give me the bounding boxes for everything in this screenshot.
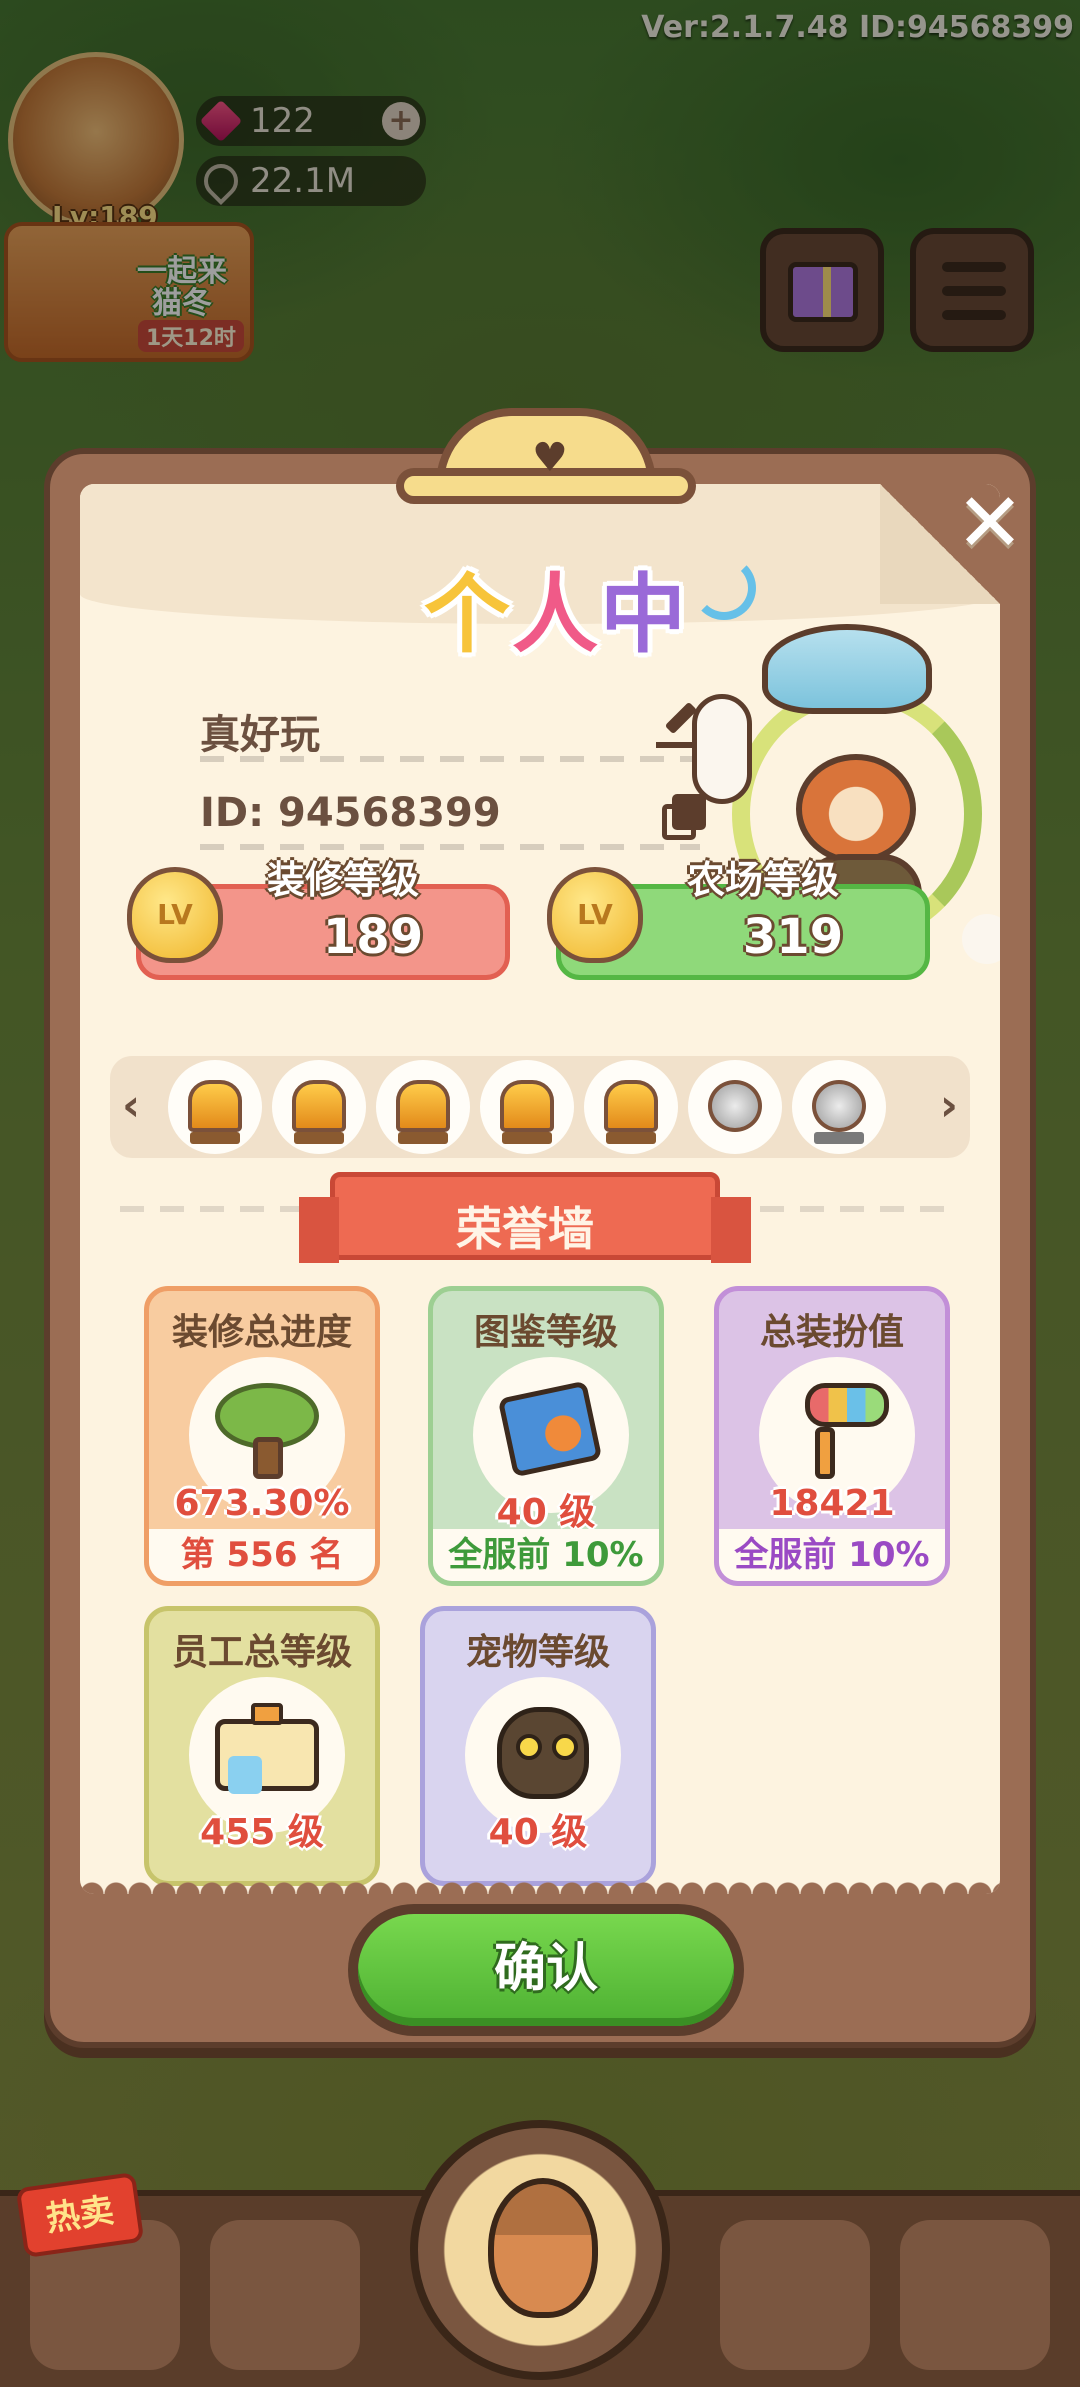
player-id-row: ID: 94568399 — [200, 780, 706, 850]
trophy-icon[interactable] — [480, 1060, 574, 1154]
stat-card-collection[interactable]: 图鉴等级 40 级 全服前 10% — [428, 1286, 664, 1586]
farm-level-label: 农场等级 — [686, 858, 839, 902]
player-id-text: ID: 94568399 — [200, 790, 501, 836]
stat-card-decor-progress[interactable]: 装修总进度 673.30% 第 556 名 — [144, 1286, 380, 1586]
honor-wall-ribbon: 荣誉墙 — [299, 1172, 751, 1263]
trophy-icon[interactable] — [272, 1060, 366, 1154]
trophy-icon[interactable] — [376, 1060, 470, 1154]
cube-button[interactable] — [720, 2220, 870, 2370]
farm-level-card: LV 农场等级 319 — [547, 858, 930, 980]
decor-level-value: 189 — [322, 909, 424, 965]
confirm-label: 确认 — [358, 1914, 734, 2026]
carousel-prev-button[interactable]: ‹ — [122, 1078, 140, 1134]
hot-sale-tag: 热卖 — [15, 2171, 145, 2259]
profile-paper: 个人中 真好玩 ID: 94568399 LV 装修等级 189 LV 农场等级… — [80, 484, 1000, 1894]
medal-icon[interactable] — [688, 1060, 782, 1154]
book-icon — [497, 1380, 603, 1479]
carousel-next-button[interactable]: › — [940, 1078, 958, 1134]
trophy-carousel: ‹ › — [110, 1056, 970, 1158]
tree-icon — [215, 1383, 319, 1479]
heart-icon: ♥ — [532, 435, 568, 481]
profile-modal: 个人中 真好玩 ID: 94568399 LV 装修等级 189 LV 农场等级… — [44, 408, 1036, 2048]
acorn-icon — [488, 2178, 598, 2318]
trophy-icon[interactable] — [584, 1060, 678, 1154]
glove-button[interactable] — [210, 2220, 360, 2370]
owl-pet-icon — [491, 1703, 595, 1799]
trophy-icon[interactable] — [168, 1060, 262, 1154]
modal-title: 个人中 — [424, 565, 688, 665]
decor-level-label: 装修等级 — [266, 858, 419, 902]
nickname-text: 真好玩 — [200, 712, 320, 758]
home-button[interactable] — [900, 2220, 1050, 2370]
sparkle-icon — [692, 556, 756, 620]
edit-avatar-icon[interactable] — [962, 914, 1000, 964]
farm-level-value: 319 — [742, 909, 844, 965]
decor-level-card: LV 装修等级 189 — [127, 858, 510, 980]
stat-card-pet[interactable]: 宠物等级 40 级 — [420, 1606, 656, 1886]
staff-badge-icon — [215, 1703, 319, 1799]
nickname-row: 真好玩 — [200, 692, 700, 762]
stat-card-staff[interactable]: 员工总等级 455 级 — [144, 1606, 380, 1886]
paint-roller-icon — [785, 1383, 889, 1479]
shop-button[interactable]: 热卖 — [15, 2171, 180, 2370]
title-badge: ♥ — [396, 368, 696, 504]
honor-wall-title: 荣誉墙 — [456, 1202, 594, 1256]
trophy-icon[interactable] — [792, 1060, 886, 1154]
confirm-button[interactable]: 确认 — [348, 1904, 744, 2036]
lv-medal-icon: LV — [127, 867, 223, 963]
lv-medal-icon: LV — [547, 867, 643, 963]
acorn-main-button[interactable] — [410, 2120, 670, 2380]
stat-card-dressup[interactable]: 总装扮值 18421 全服前 10% — [714, 1286, 950, 1586]
close-button[interactable]: ✕ — [950, 483, 1030, 565]
